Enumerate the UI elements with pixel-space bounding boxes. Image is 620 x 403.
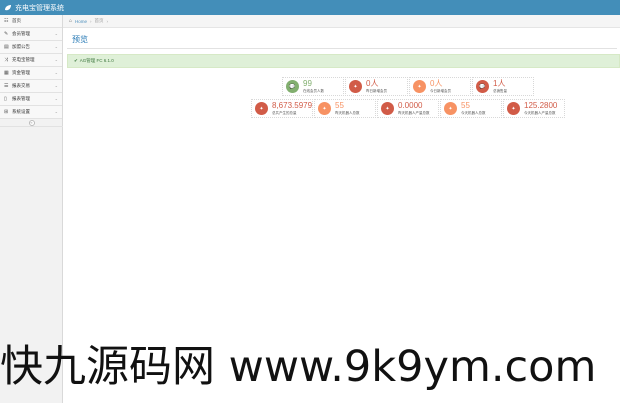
sidebar-item[interactable]: ⊞ 系统设置 ⌄ [0, 106, 62, 119]
chevron-down-icon: ⌄ [54, 57, 58, 62]
edit-icon: ✎ [4, 31, 9, 37]
breadcrumb-home-link[interactable]: Home [75, 19, 87, 24]
stat-label: 昨天机器人产量总数 [398, 110, 430, 115]
stat-value: 99 [303, 78, 312, 88]
stat-label: 总共产生的总量 [272, 110, 297, 115]
stat-infobox: 💬 99 在线会员人数 [282, 77, 344, 96]
app-title[interactable]: 充电宝管理系统 [15, 3, 64, 13]
sidebar-item[interactable]: ⤨ 充电宝管理 ⌄ [0, 54, 62, 67]
stat-infobox: ✦ 0.0000 昨天机器人产量总数 [377, 99, 439, 118]
sidebar-item-label: 报表交易 [12, 83, 30, 88]
shuffle-icon: ⤨ [4, 57, 9, 63]
stat-value: 0人 [430, 78, 443, 88]
breadcrumb: ⌂ Home › 首页 › [63, 15, 620, 28]
sidebar-item-label: 资金管理 [12, 70, 30, 75]
alert-text: AG管理 FC 6.1.0 [79, 58, 114, 63]
chevron-down-icon: ⌄ [54, 70, 58, 75]
sidebar-item-label: 充电宝管理 [12, 57, 35, 62]
stat-value: 0.0000 [398, 100, 423, 110]
stat-infobox: ✦ 125.2800 今天机器人产量总数 [503, 99, 565, 118]
version-alert: ✔ AG管理 FC 6.1.0 [67, 54, 620, 68]
stat-infobox: ✦ 55 今天机器人总数 [440, 99, 502, 118]
stat-infobox: ✦ 8,673.5979 总共产生的总量 [251, 99, 313, 118]
stat-infobox: ✦ 55 昨天机器人总数 [314, 99, 376, 118]
stat-label: 今日新增会员 [430, 88, 451, 93]
stat-value: 55 [335, 100, 344, 110]
twitter-icon: ✦ [413, 80, 426, 93]
chevron-down-icon: ⌄ [54, 44, 58, 49]
dashboard-icon: ☷ [4, 18, 9, 24]
chevron-down-icon: ⌄ [54, 31, 58, 36]
sidebar-item-label: 加盟公告 [12, 44, 30, 49]
sidebar-item[interactable]: ☷ 首页 [0, 15, 62, 28]
stat-value: 8,673.5979 [272, 100, 313, 110]
leaf-icon [5, 4, 11, 10]
twitter-icon: ✦ [349, 80, 362, 93]
stat-value: 0人 [366, 78, 379, 88]
stat-label: 昨天机器人总数 [335, 110, 360, 115]
sidebar-item-label: 首页 [12, 18, 21, 23]
twitter-icon: ✦ [381, 102, 394, 115]
sidebar-collapse-button[interactable]: « [0, 119, 63, 127]
top-navbar: 充电宝管理系统 [0, 0, 620, 15]
stat-value: 1人 [493, 78, 506, 88]
stat-label: 今天机器人产量总数 [524, 110, 556, 115]
sidebar-item[interactable]: ☰ 报表交易 ⌄ [0, 80, 62, 93]
list-icon: ☰ [4, 83, 9, 89]
stat-label: 在线会员人数 [303, 88, 324, 93]
stat-infobox: ✦ 0人 昨日新增会员 [345, 77, 408, 96]
stat-label: 昨日新增会员 [366, 88, 387, 93]
sidebar-item[interactable]: ▤ 加盟公告 ⌄ [0, 41, 62, 54]
breadcrumb-separator: › [106, 18, 109, 24]
stat-label: 总销售量 [493, 88, 507, 93]
sitemap-icon: ⊞ [4, 109, 9, 115]
title-divider [67, 48, 617, 49]
twitter-icon: ✦ [507, 102, 520, 115]
chevron-down-icon: ⌄ [54, 96, 58, 101]
sidebar-item-label: 会员管理 [12, 31, 30, 36]
chevron-down-icon: ⌄ [54, 83, 58, 88]
sidebar-item[interactable]: ▦ 资金管理 ⌄ [0, 67, 62, 80]
stat-value: 55 [461, 100, 470, 110]
sidebar-item[interactable]: ✎ 会员管理 ⌄ [0, 28, 62, 41]
breadcrumb-current: 首页 [94, 18, 104, 23]
twitter-icon: ✦ [444, 102, 457, 115]
twitter-icon: ✦ [255, 102, 268, 115]
home-icon: ⌂ [69, 18, 73, 24]
comment-icon: 💬 [286, 80, 299, 93]
watermark: 快九源码网 www.9k9ym.com [0, 342, 597, 392]
breadcrumb-separator: › [90, 18, 92, 24]
stat-value: 125.2800 [524, 100, 558, 110]
comment-icon: 💬 [476, 80, 489, 93]
double-chevron-left-icon: « [28, 119, 35, 126]
sidebar-item-label: 报表管理 [12, 96, 30, 101]
sidebar-nav: ☷ 首页 ✎ 会员管理 ⌄ ▤ 加盟公告 ⌄ ⤨ 充电宝管理 ⌄ ▦ 资金管理 ⌄ ☰ 报表交易 ⌄ ▯ 报表管理 ⌄… [0, 15, 62, 119]
book-icon: ▤ [4, 44, 9, 50]
sidebar-item[interactable]: ▯ 报表管理 ⌄ [0, 93, 62, 106]
check-icon: ✔ [74, 58, 78, 63]
sidebar-item-label: 系统设置 [12, 109, 30, 114]
page-title: 预览 [72, 35, 88, 44]
calendar-icon: ▦ [4, 70, 9, 76]
file-icon: ▯ [4, 96, 7, 102]
stat-infobox: ✦ 0人 今日新增会员 [409, 77, 471, 96]
chevron-down-icon: ⌄ [54, 109, 58, 114]
twitter-icon: ✦ [318, 102, 331, 115]
stat-infobox: 💬 1人 总销售量 [472, 77, 534, 96]
stat-label: 今天机器人总数 [461, 110, 486, 115]
